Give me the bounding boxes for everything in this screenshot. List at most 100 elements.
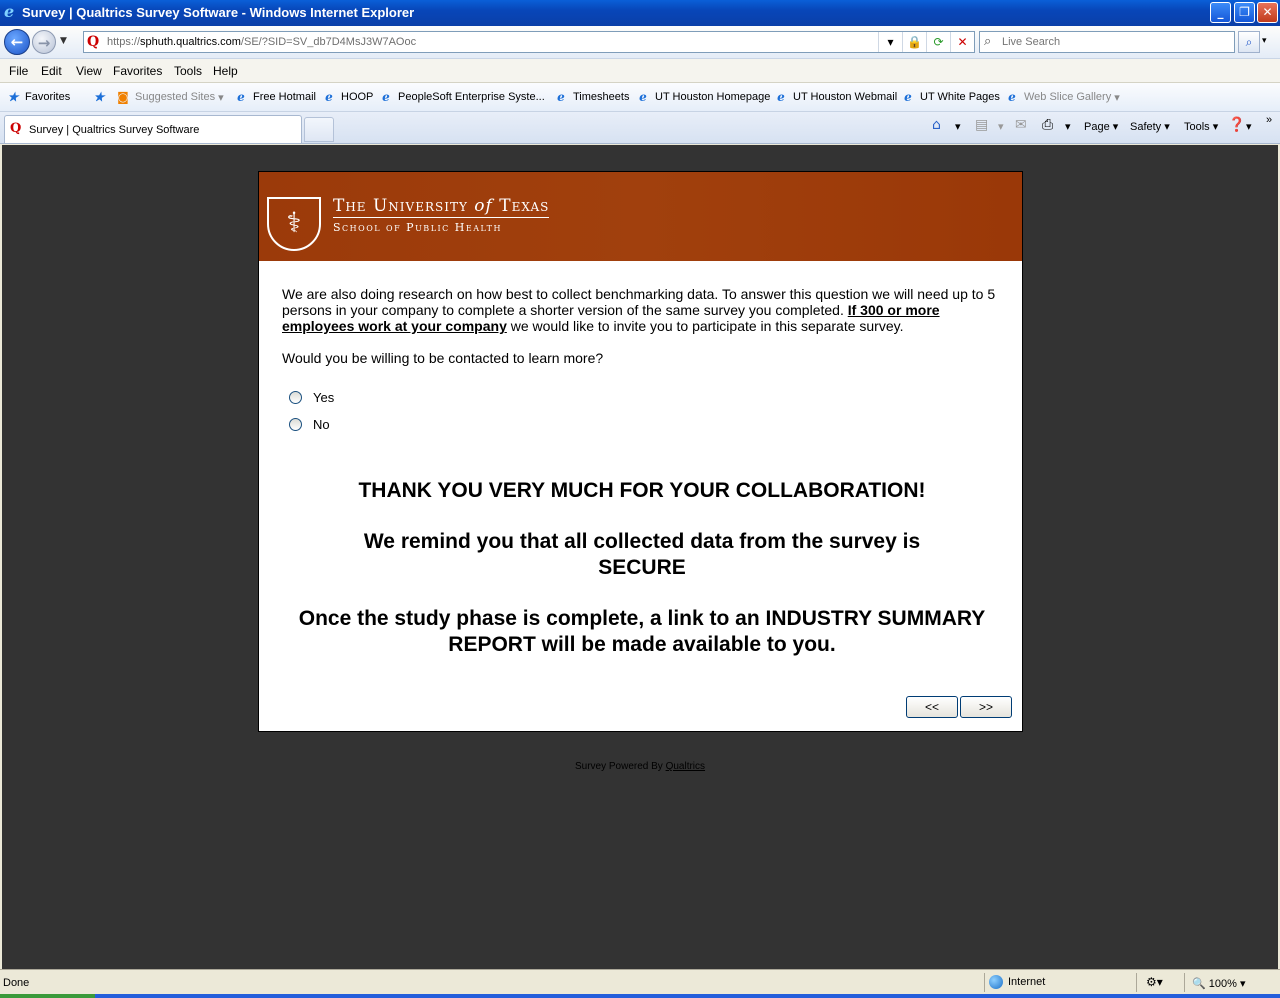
choice-yes[interactable]: Yes: [289, 390, 334, 405]
url-prefix: https://: [107, 36, 141, 48]
title-bar: e Survey | Qualtrics Survey Software - W…: [0, 0, 1280, 26]
tools-menu[interactable]: Tools ▾: [1184, 120, 1218, 133]
fav-suggested-sites[interactable]: ◙ Suggested Sites ▾: [116, 90, 224, 104]
protected-mode-icon[interactable]: ⚙▾: [1146, 975, 1163, 989]
address-bar[interactable]: Q https://sphuth.qualtrics.com/SE/?SID=S…: [83, 31, 975, 53]
tab-survey[interactable]: Q Survey | Qualtrics Survey Software: [4, 115, 302, 143]
history-dropdown-icon[interactable]: ▼: [60, 36, 67, 46]
menu-favorites[interactable]: Favorites: [113, 64, 162, 78]
survey-container: ⚕ The University of Texas School of Publ…: [258, 171, 1023, 732]
menu-edit[interactable]: Edit: [41, 64, 62, 78]
fav-peoplesoft[interactable]: e PeopleSoft Enterprise Syste...: [379, 90, 545, 104]
fav-hoop[interactable]: e HOOP: [322, 90, 373, 104]
search-options-dropdown-icon[interactable]: ▾: [1262, 36, 1267, 46]
university-name: The University of Texas: [333, 196, 549, 216]
menu-file[interactable]: File: [9, 64, 28, 78]
fav-ut-white-pages[interactable]: e UT White Pages: [901, 90, 1000, 104]
status-divider: [984, 973, 985, 992]
page-content: ⚕ The University of Texas School of Publ…: [2, 145, 1278, 969]
url-path: /SE/?SID=SV_db7D4MsJ3W7AOoc: [240, 36, 417, 48]
address-dropdown-icon[interactable]: ▾: [878, 32, 902, 52]
thank-you-message: THANK YOU VERY MUCH FOR YOUR COLLABORATI…: [358, 479, 926, 502]
ie-page-icon: e: [639, 90, 647, 104]
page-menu-label: Page: [1084, 121, 1110, 133]
qualtrics-link[interactable]: Qualtrics: [666, 761, 705, 772]
back-button[interactable]: ←: [4, 29, 30, 55]
university-name-of: of: [474, 196, 493, 216]
add-favorite-icon: ★: [93, 90, 105, 104]
next-button[interactable]: >>: [960, 696, 1012, 718]
choice-label[interactable]: No: [313, 417, 330, 432]
status-divider: [1136, 973, 1137, 992]
security-zone[interactable]: Internet: [989, 975, 1045, 989]
ut-seal-icon: ⚕: [267, 197, 321, 251]
fav-label: Suggested Sites: [135, 91, 216, 103]
chevron-more-icon[interactable]: »: [1266, 114, 1272, 126]
menu-tools[interactable]: Tools: [174, 64, 202, 78]
new-tab-button[interactable]: [304, 117, 334, 142]
favorites-button[interactable]: ★ Favorites: [6, 90, 71, 104]
home-dropdown-icon[interactable]: ▾: [955, 120, 961, 133]
tools-menu-label: Tools: [1184, 121, 1210, 133]
feeds-dropdown-icon[interactable]: ▾: [998, 120, 1004, 133]
address-row: ← → ▼ Q https://sphuth.qualtrics.com/SE/…: [0, 26, 1280, 59]
safety-menu-label: Safety: [1130, 121, 1162, 133]
refresh-icon[interactable]: ⟳: [926, 32, 950, 52]
favorites-label: Favorites: [25, 91, 71, 103]
status-text: Done: [3, 977, 30, 989]
help-dropdown-icon[interactable]: ▾: [1246, 120, 1252, 133]
menu-bar: File Edit View Favorites Tools Help: [0, 59, 1280, 83]
help-icon[interactable]: ❓: [1228, 117, 1245, 133]
report-notice-line: Once the study phase is complete, a link…: [298, 607, 986, 630]
secure-reminder-line: We remind you that all collected data fr…: [363, 530, 921, 553]
powered-by: Survey Powered By Qualtrics: [2, 761, 1278, 772]
fav-label: Timesheets: [573, 91, 630, 103]
lock-icon[interactable]: 🔒: [902, 32, 926, 52]
address-url[interactable]: https://sphuth.qualtrics.com/SE/?SID=SV_…: [107, 36, 416, 48]
restore-button[interactable]: ❐: [1234, 2, 1255, 23]
fav-label: HOOP: [341, 91, 374, 103]
powered-by-text: Survey Powered By: [574, 761, 666, 772]
ie-page-icon: e: [557, 90, 565, 104]
search-box[interactable]: ⌕: [979, 31, 1235, 53]
university-name-part: The University: [333, 196, 468, 216]
fav-web-slice-gallery[interactable]: e Web Slice Gallery ▾: [1005, 90, 1120, 104]
fav-ut-houston-homepage[interactable]: e UT Houston Homepage: [636, 90, 770, 104]
window-title: Survey | Qualtrics Survey Software - Win…: [22, 5, 415, 20]
search-input[interactable]: [1002, 34, 1230, 50]
tab-bar: Q Survey | Qualtrics Survey Software ⌂ ▾…: [0, 112, 1280, 144]
minimize-button[interactable]: _: [1210, 2, 1231, 23]
close-button[interactable]: ✕: [1257, 2, 1278, 23]
banner-rule: [333, 217, 549, 218]
fav-label: Web Slice Gallery: [1024, 91, 1112, 103]
ie-page-icon: e: [777, 90, 785, 104]
mail-icon[interactable]: ✉: [1015, 117, 1027, 133]
choice-label[interactable]: Yes: [313, 390, 334, 405]
fav-free-hotmail[interactable]: e Free Hotmail: [234, 90, 316, 104]
menu-view[interactable]: View: [76, 64, 102, 78]
search-go-button[interactable]: ⌕: [1238, 31, 1260, 53]
fav-timesheets[interactable]: e Timesheets: [554, 90, 629, 104]
stop-icon[interactable]: ✕: [950, 32, 974, 52]
intro-text: we would like to invite you to participa…: [506, 318, 904, 334]
feeds-icon[interactable]: ▤: [975, 117, 988, 133]
university-name-part: Texas: [499, 196, 550, 216]
suggested-sites-icon: ◙: [117, 90, 129, 104]
add-favorite-button[interactable]: ★: [92, 90, 111, 104]
home-icon[interactable]: ⌂: [932, 117, 941, 133]
safety-menu[interactable]: Safety ▾: [1130, 120, 1170, 133]
choice-no[interactable]: No: [289, 417, 330, 432]
report-notice: Once the study phase is complete, a link…: [282, 606, 1002, 658]
menu-help[interactable]: Help: [213, 64, 238, 78]
page-menu[interactable]: Page ▾: [1084, 120, 1118, 133]
radio-yes[interactable]: [289, 391, 302, 404]
secure-reminder-line: SECURE: [598, 556, 686, 579]
zoom-level[interactable]: 🔍 100% ▾: [1192, 977, 1245, 990]
print-icon[interactable]: ⎙: [1042, 117, 1053, 133]
radio-no[interactable]: [289, 418, 302, 431]
fav-label: UT Houston Homepage: [655, 91, 771, 103]
forward-button[interactable]: →: [32, 30, 56, 54]
print-dropdown-icon[interactable]: ▾: [1065, 120, 1071, 133]
fav-ut-houston-webmail[interactable]: e UT Houston Webmail: [774, 90, 897, 104]
previous-button[interactable]: <<: [906, 696, 958, 718]
